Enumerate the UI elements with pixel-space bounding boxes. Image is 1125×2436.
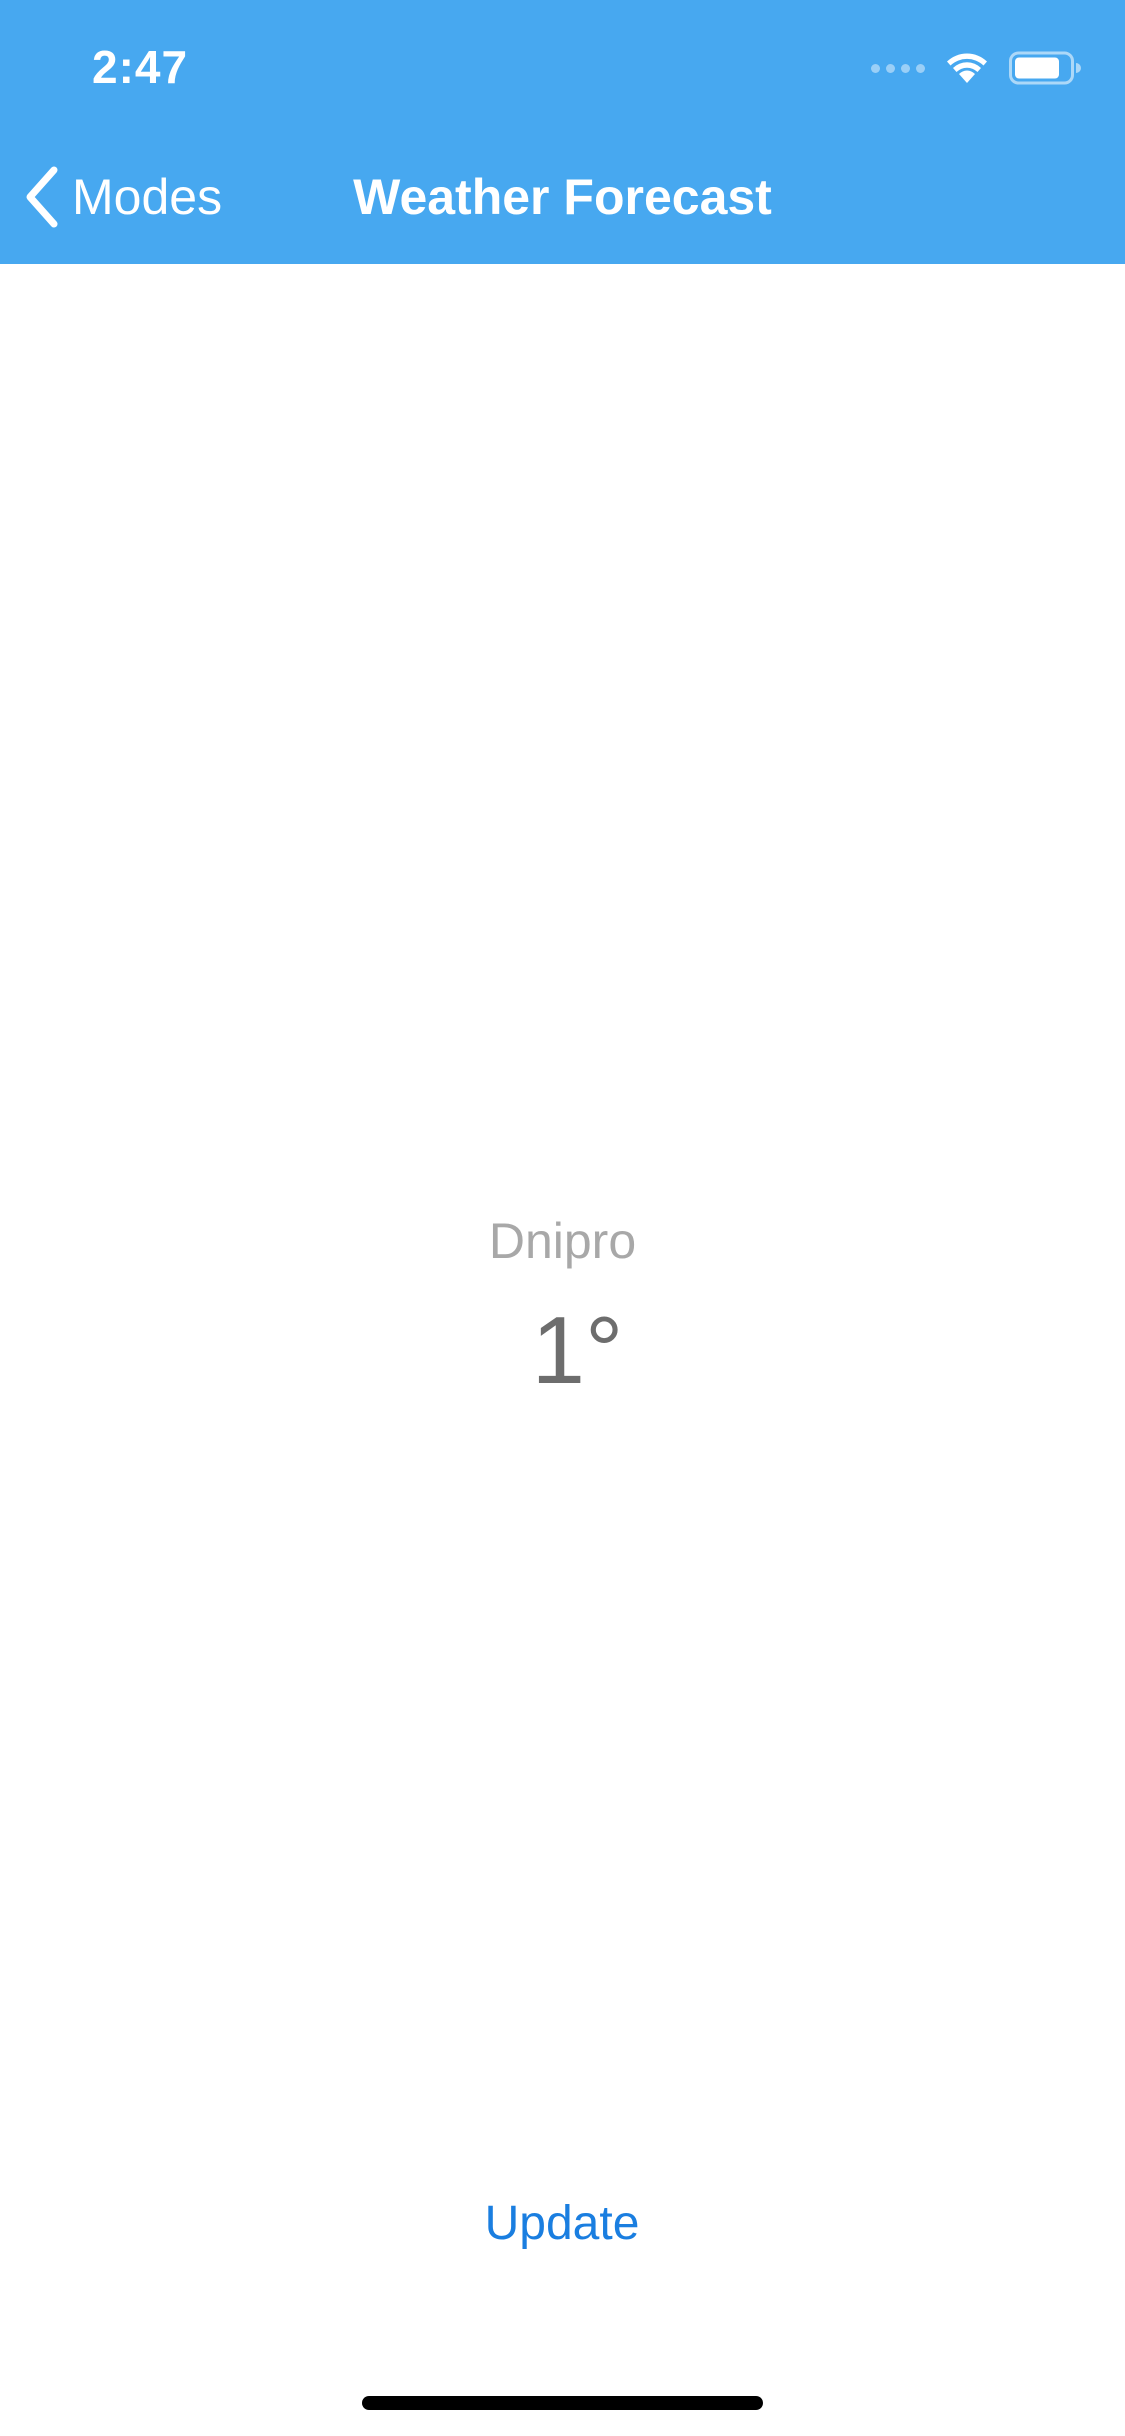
page-title: Weather Forecast <box>353 169 772 225</box>
status-bar-icons <box>871 46 1081 90</box>
update-button[interactable]: Update <box>462 2196 662 2251</box>
wifi-icon <box>947 53 987 83</box>
cellular-signal-icon <box>871 63 925 73</box>
weather-forecast-screen: 2:47 Modes Weather Forecast Dnipro 1° Up… <box>0 0 1125 2436</box>
home-indicator[interactable] <box>362 2396 763 2410</box>
status-bar-time: 2:47 <box>92 41 189 93</box>
battery-icon <box>1009 51 1081 85</box>
city-name: Dnipro <box>488 1213 637 1269</box>
navigation-header: 2:47 Modes Weather Forecast <box>0 0 1125 264</box>
temperature-value: 1° <box>531 1297 624 1404</box>
